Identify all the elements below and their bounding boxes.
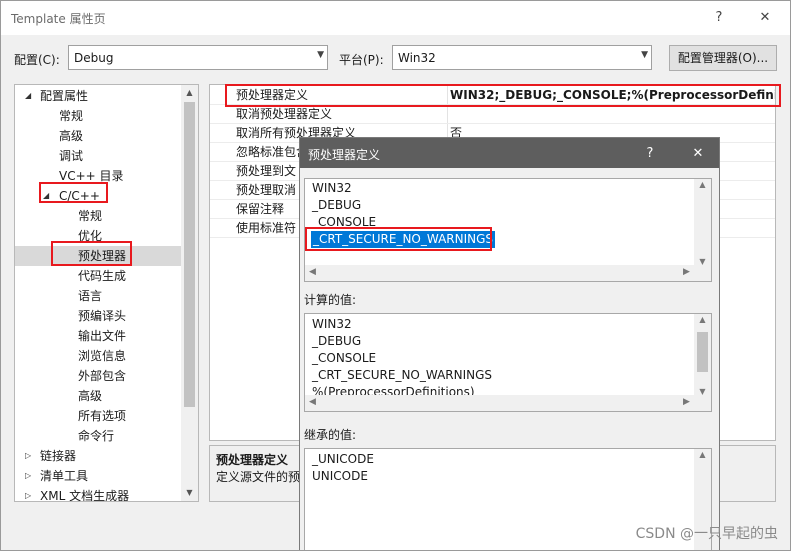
tree-item-label: 外部包含 bbox=[78, 369, 127, 383]
configuration-manager-button[interactable]: 配置管理器(O)... bbox=[669, 45, 777, 71]
property-pages-window: Template 属性页 ? ✕ 配置(C): Debug ▼ 平台(P): W… bbox=[0, 0, 791, 551]
tree-item[interactable]: 代码生成 bbox=[15, 266, 182, 286]
tree-item[interactable]: ▷ XML 文档生成器 bbox=[15, 486, 182, 502]
scroll-up-icon[interactable]: ▲ bbox=[181, 85, 198, 101]
window-title: Template 属性页 bbox=[11, 12, 106, 26]
preprocessor-definitions-dialog: 预处理器定义 ? ✕ WIN32 _DEBUG _CONSOLE _CRT_SECUR… bbox=[299, 137, 720, 550]
edit-hscroll[interactable]: ◀ ▶ bbox=[305, 265, 711, 281]
computed-vscroll[interactable]: ▲ ▼ bbox=[694, 314, 711, 397]
chevron-down-icon: ▼ bbox=[317, 50, 324, 60]
tree-item-label: 预编译头 bbox=[78, 309, 127, 323]
tree-item[interactable]: 语言 bbox=[15, 286, 182, 306]
chevron-down-icon: ▼ bbox=[641, 50, 648, 60]
tree-item-label: 命令行 bbox=[78, 429, 115, 443]
inherited-value-line: _UNICODE bbox=[312, 452, 374, 466]
platform-select-value: Win32 bbox=[398, 51, 436, 65]
computed-values-label: 计算的值: bbox=[304, 293, 357, 307]
property-row[interactable]: 取消预处理器定义 bbox=[210, 105, 775, 124]
inherited-value-line: UNICODE bbox=[312, 469, 368, 483]
annotation-box-cpp bbox=[39, 182, 108, 203]
computed-values-box: WIN32 _DEBUG _CONSOLE _CRT_SECURE_NO_WARNIN… bbox=[304, 313, 712, 412]
platform-select[interactable]: Win32 ▼ bbox=[392, 45, 652, 70]
tree-item[interactable]: 预编译头 bbox=[15, 306, 182, 326]
dialog-close-button[interactable]: ✕ bbox=[686, 144, 710, 164]
description-body: 定义源文件的预 bbox=[216, 470, 301, 484]
config-label: 配置(C): bbox=[14, 53, 60, 67]
property-name: 取消预处理器定义 bbox=[236, 107, 333, 121]
tree-item[interactable]: ▷ 链接器 bbox=[15, 446, 182, 466]
tree-item[interactable]: 高级 bbox=[15, 386, 182, 406]
computed-value-line: _CONSOLE bbox=[312, 351, 377, 365]
title-bar: Template 属性页 ? ✕ bbox=[1, 1, 790, 35]
tree-item-label: 高级 bbox=[78, 389, 103, 403]
scroll-down-icon[interactable]: ▼ bbox=[181, 485, 198, 501]
annotation-box-preprocessor bbox=[51, 241, 132, 266]
property-name: 预处理到文 bbox=[236, 164, 297, 178]
tree-item-label: 高级 bbox=[59, 129, 84, 143]
property-name: 保留注释 bbox=[236, 202, 285, 216]
tree-item[interactable]: 常规 bbox=[15, 106, 182, 126]
computed-value-line: WIN32 bbox=[312, 317, 352, 331]
tree-scrollbar[interactable]: ▲ ▼ bbox=[181, 85, 198, 501]
annotation-box-definitions-row bbox=[225, 84, 781, 107]
computed-value-line: _DEBUG bbox=[312, 334, 362, 348]
tree-item[interactable]: 常规 bbox=[15, 206, 182, 226]
close-button[interactable]: ✕ bbox=[753, 7, 777, 29]
tree-item-label: 清单工具 bbox=[40, 469, 89, 483]
tree-item[interactable]: 所有选项 bbox=[15, 406, 182, 426]
tree-item[interactable]: 外部包含 bbox=[15, 366, 182, 386]
annotation-box-crt-define bbox=[305, 227, 492, 251]
edit-vscroll[interactable]: ▲ ▼ bbox=[694, 179, 711, 267]
property-tree: ◢ 配置属性 常规 高级 调试 VC++ 目录 ◢ C/C++ 常规 优化 预处理器 代码生成 语言 预编… bbox=[14, 84, 199, 502]
collapsed-arrow-icon[interactable]: ▷ bbox=[25, 466, 31, 486]
computed-hscroll[interactable]: ◀ ▶ bbox=[305, 395, 711, 411]
tree-item-label: 代码生成 bbox=[78, 269, 127, 283]
computed-value-line: _CRT_SECURE_NO_WARNINGS bbox=[312, 368, 493, 382]
tree-item-label: 常规 bbox=[59, 109, 84, 123]
tree-item[interactable]: 命令行 bbox=[15, 426, 182, 446]
collapsed-arrow-icon[interactable]: ▷ bbox=[25, 486, 31, 501]
scroll-left-icon[interactable]: ◀ bbox=[309, 267, 316, 277]
tree-item-label: 所有选项 bbox=[78, 409, 127, 423]
tree-item[interactable]: 浏览信息 bbox=[15, 346, 182, 366]
config-select-value: Debug bbox=[74, 51, 114, 65]
scroll-thumb[interactable] bbox=[184, 102, 195, 407]
tree-item[interactable]: ◢ 配置属性 bbox=[15, 86, 182, 106]
tree-item-label: 语言 bbox=[78, 289, 103, 303]
scroll-up-icon[interactable]: ▲ bbox=[694, 180, 711, 189]
tree-item-label: XML 文档生成器 bbox=[40, 489, 130, 502]
inherited-values-label: 继承的值: bbox=[304, 428, 357, 442]
scroll-up-icon[interactable]: ▲ bbox=[694, 315, 711, 324]
scroll-right-icon[interactable]: ▶ bbox=[683, 397, 690, 407]
dialog-title-bar: 预处理器定义 ? ✕ bbox=[300, 138, 719, 168]
property-name: 使用标准符 bbox=[236, 221, 297, 235]
description-title: 预处理器定义 bbox=[216, 453, 289, 467]
scroll-up-icon[interactable]: ▲ bbox=[694, 450, 711, 459]
dialog-help-button[interactable]: ? bbox=[638, 144, 662, 164]
tree-item-label: 输出文件 bbox=[78, 329, 127, 343]
property-name: 预处理取消 bbox=[236, 183, 297, 197]
tree-item[interactable]: 调试 bbox=[15, 146, 182, 166]
scroll-left-icon[interactable]: ◀ bbox=[309, 397, 316, 407]
expanded-arrow-icon[interactable]: ◢ bbox=[25, 86, 31, 106]
dialog-title: 预处理器定义 bbox=[308, 148, 381, 162]
help-button[interactable]: ? bbox=[707, 7, 731, 29]
tree-item-label: 常规 bbox=[78, 209, 103, 223]
definition-line[interactable]: WIN32 bbox=[312, 180, 352, 197]
property-name: 忽略标准包含 bbox=[236, 145, 309, 159]
scroll-right-icon[interactable]: ▶ bbox=[683, 267, 690, 277]
scroll-thumb[interactable] bbox=[697, 332, 708, 372]
config-select[interactable]: Debug ▼ bbox=[68, 45, 328, 70]
tree-item-label: 调试 bbox=[59, 149, 84, 163]
watermark: CSDN @一只早起的虫 bbox=[635, 526, 778, 542]
platform-label: 平台(P): bbox=[339, 53, 384, 67]
tree-item[interactable]: 输出文件 bbox=[15, 326, 182, 346]
tree-item-label: 浏览信息 bbox=[78, 349, 127, 363]
tree-item[interactable]: ▷ 清单工具 bbox=[15, 466, 182, 486]
tree-item-label: 配置属性 bbox=[40, 89, 89, 103]
definition-line[interactable]: _DEBUG bbox=[312, 197, 361, 214]
collapsed-arrow-icon[interactable]: ▷ bbox=[25, 446, 31, 466]
tree-item-label: 链接器 bbox=[40, 449, 77, 463]
tree-item[interactable]: 高级 bbox=[15, 126, 182, 146]
